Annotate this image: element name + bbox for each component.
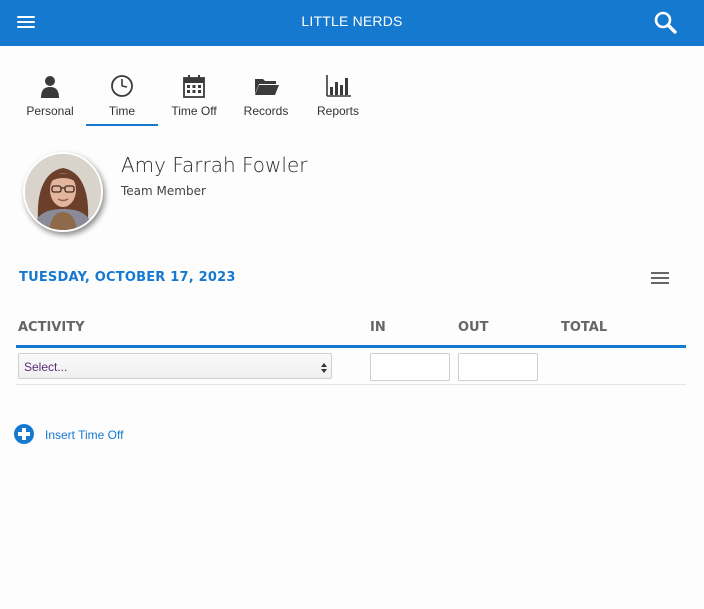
tab-time[interactable]: Time (86, 72, 158, 128)
tab-records[interactable]: Records (230, 72, 302, 128)
column-header-out: OUT (458, 320, 489, 335)
tab-time-label: Time (108, 104, 136, 118)
timesheet-date: TUESDAY, OCTOBER 17, 2023 (19, 270, 236, 285)
tab-records-label: Records (243, 104, 289, 118)
header-divider (16, 345, 686, 348)
plus-circle-icon (14, 424, 34, 444)
top-app-bar: LITTLE NERDS (0, 0, 704, 46)
employee-name: Amy Farrah Fowler (121, 153, 308, 177)
select-arrows-icon (321, 361, 327, 373)
column-header-in: IN (370, 320, 386, 335)
tab-reports-label: Reports (316, 104, 360, 118)
search-icon[interactable] (652, 9, 680, 37)
tab-time-off[interactable]: Time Off (158, 72, 230, 128)
activity-select[interactable]: Select... (18, 353, 332, 379)
column-header-activity: ACTIVITY (18, 320, 85, 335)
app-title: LITTLE NERDS (301, 13, 403, 29)
row-divider (16, 384, 686, 385)
employee-role: Team Member (121, 184, 206, 198)
column-header-total: TOTAL (561, 320, 608, 335)
tab-personal[interactable]: Personal (14, 72, 86, 128)
hamburger-menu-icon[interactable] (14, 12, 38, 34)
clock-icon (110, 74, 134, 98)
folder-icon (254, 74, 279, 98)
insert-time-off-label: Insert Time Off (45, 428, 124, 442)
in-time-input[interactable] (370, 353, 450, 381)
active-tab-indicator (86, 124, 158, 126)
out-time-input[interactable] (458, 353, 538, 381)
list-menu-icon[interactable] (650, 270, 670, 286)
tab-time-off-label: Time Off (171, 104, 217, 118)
person-icon (38, 74, 62, 98)
bar-chart-icon (326, 74, 351, 98)
avatar (23, 152, 103, 232)
calendar-icon (182, 74, 206, 98)
tab-reports[interactable]: Reports (302, 72, 374, 128)
activity-select-value: Select... (24, 360, 68, 374)
tab-personal-label: Personal (26, 104, 74, 118)
